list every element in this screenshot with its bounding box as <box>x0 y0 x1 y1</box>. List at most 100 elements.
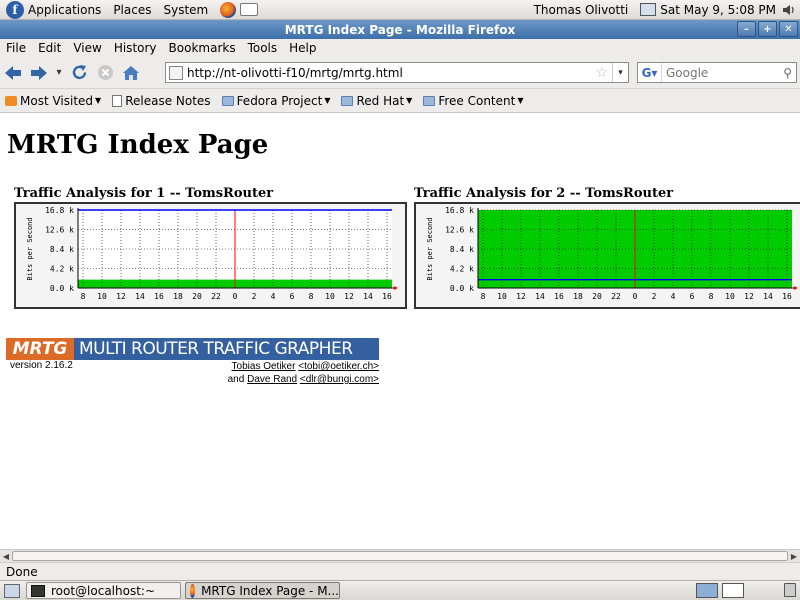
chevron-down-icon: ▼ <box>95 96 102 105</box>
bookmark-most-visited[interactable]: Most Visited ▼ <box>5 94 101 108</box>
page-title: MRTG Index Page <box>7 130 269 160</box>
places-menu[interactable]: Places <box>113 3 151 17</box>
x-tick-label: 16 <box>382 292 392 301</box>
x-tick-label: 12 <box>344 292 354 301</box>
site-identity-icon[interactable] <box>169 65 183 80</box>
bookmarks-toolbar: Most Visited ▼ Release Notes Fedora Proj… <box>0 89 800 113</box>
fedora-logo-icon[interactable]: f <box>6 0 24 19</box>
user-switcher[interactable]: Thomas Olivotti <box>534 3 629 17</box>
search-icon[interactable]: ⚲ <box>783 66 792 80</box>
clock[interactable]: Sat May 9, 5:08 PM <box>660 3 776 17</box>
trash-icon[interactable] <box>784 583 796 597</box>
graph-1-frame[interactable]: 0.0 k 4.2 k 8.4 k 12.6 k 16.8 k 8 10 12 14 16 18 20… <box>14 202 407 309</box>
stop-icon <box>97 65 113 80</box>
x-tick-label: 16 <box>782 292 792 301</box>
history-dropdown-button[interactable]: ▾ <box>52 61 66 85</box>
graph-1-block[interactable]: Traffic Analysis for 1 -- TomsRouter 0.0… <box>14 186 407 309</box>
menu-view[interactable]: View <box>67 41 107 55</box>
traffic-chart-1: 0.0 k4.2 k8.4 k12.6 k16.8 k8 10 12 14 16 18 20… <box>26 206 398 301</box>
search-bar[interactable]: G▾ ⚲ <box>637 62 797 83</box>
author-1-email-link[interactable]: <tobi@oetiker.ch> <box>298 361 379 372</box>
menu-help[interactable]: Help <box>283 41 322 55</box>
horizontal-scrollbar[interactable]: ◀ ▶ <box>0 549 800 562</box>
home-button[interactable] <box>118 61 144 85</box>
menu-file[interactable]: File <box>0 41 32 55</box>
url-dropdown-button[interactable]: ▾ <box>612 63 628 82</box>
forward-arrow-icon <box>31 65 47 80</box>
maximize-button[interactable]: + <box>758 21 777 37</box>
x-tick-label: 12 <box>116 292 126 301</box>
x-tick-label: 10 <box>497 292 507 301</box>
back-button[interactable] <box>0 61 26 85</box>
task-firefox[interactable]: MRTG Index Page - M... <box>185 582 340 599</box>
x-tick-label: 6 <box>290 292 295 301</box>
mrtg-logo[interactable]: MRTG MULTI ROUTER TRAFFIC GRAPHER <box>6 338 379 360</box>
x-tick-label: 4 <box>671 292 676 301</box>
applications-menu[interactable]: Applications <box>28 3 101 17</box>
minimize-button[interactable]: – <box>737 21 756 37</box>
folder-icon <box>221 95 234 106</box>
x-tick-label: 6 <box>690 292 695 301</box>
task-label: MRTG Index Page - M... <box>201 583 339 598</box>
y-tick-label: 0.0 k <box>50 284 74 293</box>
forward-button[interactable] <box>26 61 52 85</box>
workspace-2-button[interactable] <box>722 583 744 598</box>
bookmark-fedora-project[interactable]: Fedora Project ▼ <box>221 94 331 108</box>
window-titlebar[interactable]: MRTG Index Page - Mozilla Firefox – + ✕ <box>0 20 800 39</box>
version-text: version 2.16.2 <box>10 360 73 371</box>
y-tick-label: 12.6 k <box>445 226 474 235</box>
y-tick-label: 0.0 k <box>450 284 474 293</box>
workspace-1-button[interactable] <box>696 583 718 598</box>
mrtg-logo-short: MRTG <box>6 338 74 360</box>
x-tick-label: 14 <box>363 292 373 301</box>
scroll-right-icon[interactable]: ▶ <box>788 550 800 562</box>
url-input[interactable] <box>187 65 596 80</box>
close-button[interactable]: ✕ <box>779 21 798 37</box>
scroll-left-icon[interactable]: ◀ <box>0 550 12 562</box>
y-tick-label: 16.8 k <box>45 206 74 215</box>
x-tick-label: 8 <box>709 292 714 301</box>
graph-2-title[interactable]: Traffic Analysis for 2 -- TomsRouter <box>414 186 800 201</box>
bookmark-free-content[interactable]: Free Content ▼ <box>423 94 524 108</box>
author-2-link[interactable]: Dave Rand <box>247 374 297 385</box>
x-tick-label: 10 <box>725 292 735 301</box>
home-icon <box>123 65 139 80</box>
folder-icon <box>423 95 436 106</box>
volume-icon[interactable] <box>782 3 796 17</box>
terminal-icon <box>31 584 45 597</box>
menu-bookmarks[interactable]: Bookmarks <box>163 41 242 55</box>
display-icon[interactable] <box>640 3 657 16</box>
graph-2-block[interactable]: Traffic Analysis for 2 -- TomsRouter 0.0… <box>414 186 800 309</box>
author-1-link[interactable]: Tobias Oetiker <box>232 361 296 372</box>
graph-1-title[interactable]: Traffic Analysis for 1 -- TomsRouter <box>14 186 407 201</box>
menu-tools[interactable]: Tools <box>242 41 284 55</box>
x-tick-label: 2 <box>252 292 257 301</box>
graph-2-frame[interactable]: 0.0 k 4.2 k 8.4 k 12.6 k 16.8 k 8 10 12 14 16 18 20… <box>414 202 800 309</box>
search-input[interactable] <box>662 65 784 80</box>
scrollbar-thumb[interactable] <box>12 551 788 561</box>
x-tick-label: 4 <box>271 292 276 301</box>
bookmark-star-icon[interactable]: ☆ <box>595 65 608 81</box>
folder-icon <box>341 95 354 106</box>
stop-button[interactable] <box>92 61 118 85</box>
url-bar[interactable]: ☆ ▾ <box>165 62 629 83</box>
google-engine-icon[interactable]: G▾ <box>638 63 662 82</box>
mail-launcher-icon[interactable] <box>240 3 259 16</box>
task-terminal[interactable]: root@localhost:~ <box>26 582 181 599</box>
x-axis-arrow <box>394 286 398 290</box>
show-desktop-icon[interactable] <box>4 583 20 598</box>
author-2-email-link[interactable]: <dlr@bungi.com> <box>300 374 379 385</box>
menu-history[interactable]: History <box>108 41 163 55</box>
x-tick-label: 18 <box>173 292 183 301</box>
bookmark-release-notes[interactable]: Release Notes <box>112 94 211 108</box>
x-axis-arrow <box>794 286 798 290</box>
chevron-down-icon: ▼ <box>406 96 413 105</box>
firefox-launcher-icon[interactable] <box>220 1 237 18</box>
chevron-down-icon: ▼ <box>324 96 331 105</box>
bookmark-red-hat[interactable]: Red Hat ▼ <box>341 94 412 108</box>
menu-edit[interactable]: Edit <box>32 41 67 55</box>
x-tick-label: 14 <box>535 292 545 301</box>
reload-button[interactable] <box>66 61 92 85</box>
x-tick-label: 20 <box>592 292 602 301</box>
system-menu[interactable]: System <box>163 3 208 17</box>
